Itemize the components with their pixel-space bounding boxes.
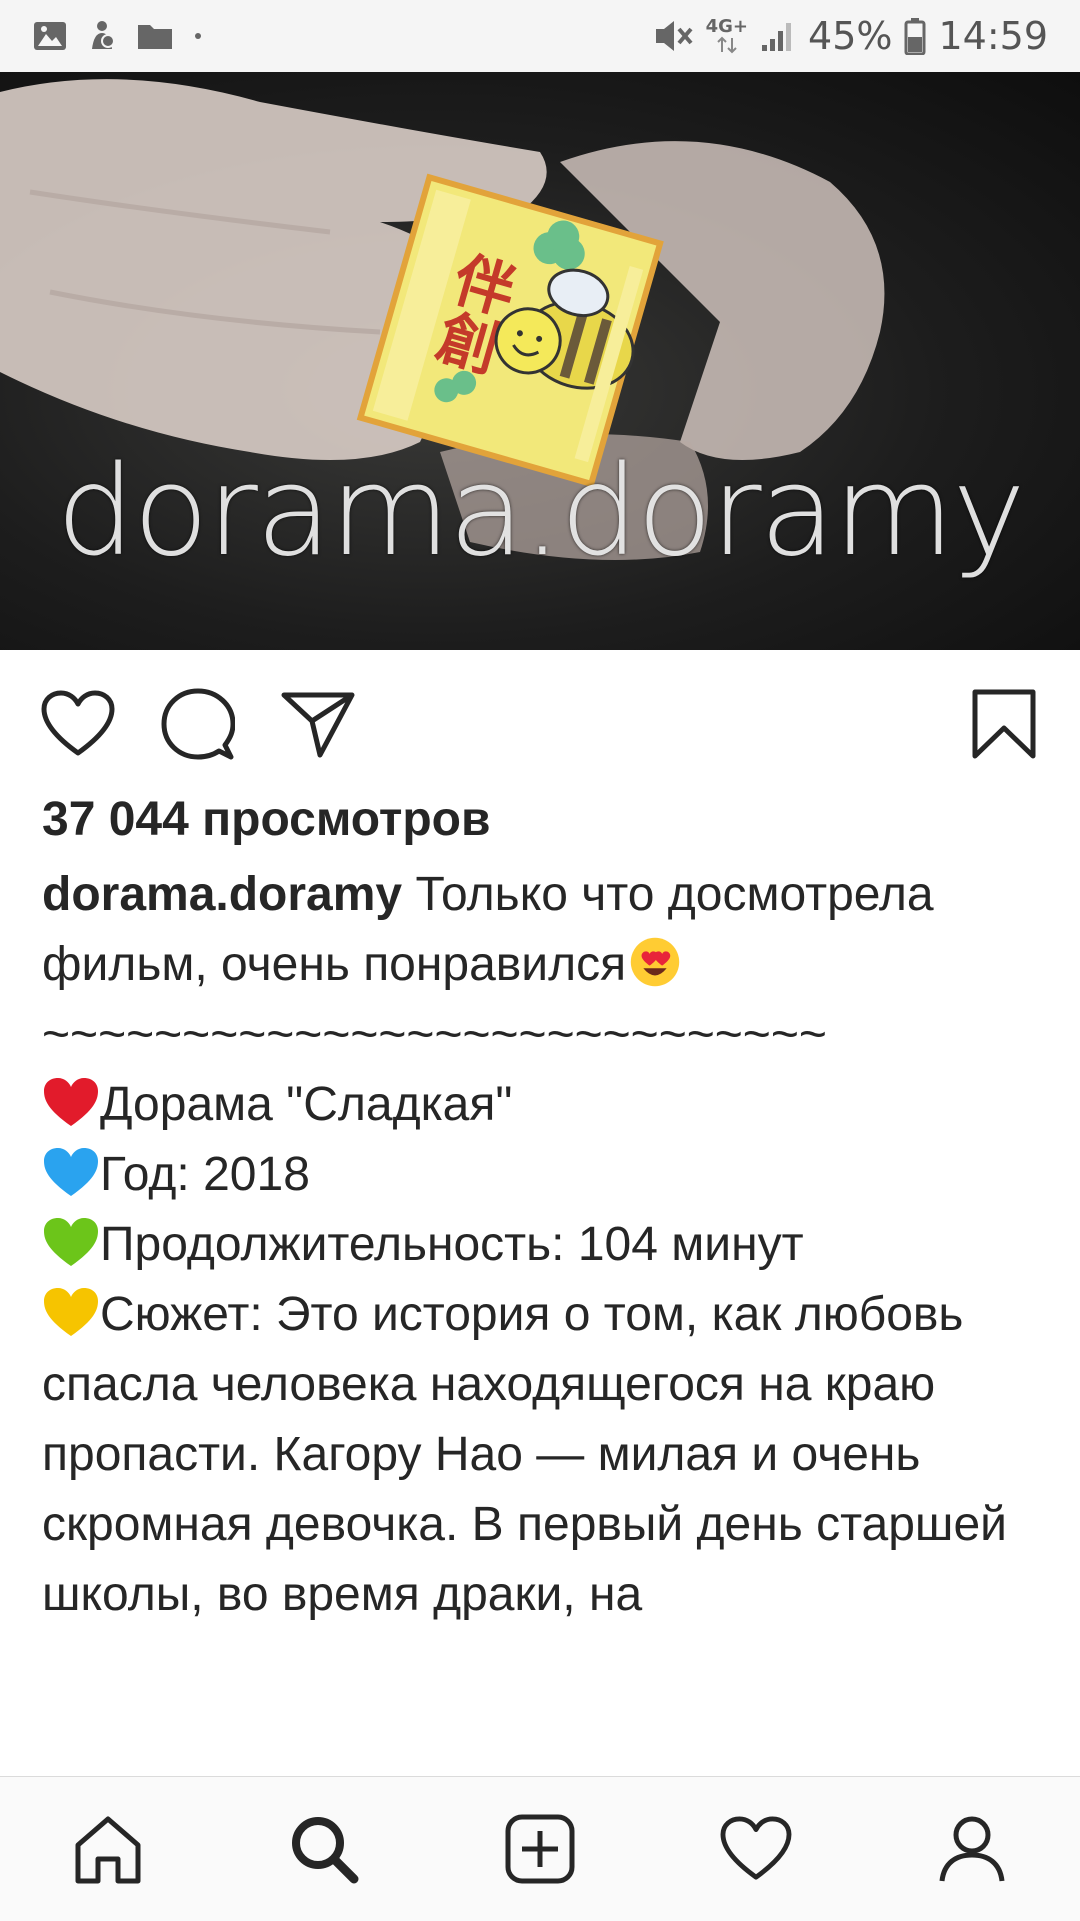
add-post-icon	[505, 1814, 575, 1884]
notification-icon	[92, 21, 115, 49]
caption-username[interactable]: dorama.doramy	[42, 868, 402, 921]
caption-year-line: Год: 2018	[100, 1148, 310, 1201]
status-right-icons: 4G+ 45% 14:59	[652, 14, 1048, 58]
battery-icon	[904, 18, 926, 55]
network-type: 4G+	[705, 16, 749, 37]
post-video[interactable]: 伴 創 dorama.doramy	[0, 72, 1080, 650]
network-indicator: 4G+	[706, 18, 748, 54]
green-heart-emoji	[44, 1218, 98, 1266]
yellow-heart-emoji	[44, 1288, 98, 1336]
folder-icon	[138, 25, 172, 49]
nav-profile-button[interactable]	[927, 1804, 1017, 1894]
nav-new-post-button[interactable]	[495, 1804, 585, 1894]
comment-button[interactable]	[160, 686, 236, 762]
views-count[interactable]: 37 044 просмотров	[42, 790, 1042, 850]
post-content: 37 044 просмотров dorama.doramy Только ч…	[42, 790, 1042, 1630]
red-heart-emoji	[44, 1078, 98, 1126]
nav-home-button[interactable]	[63, 1804, 153, 1894]
home-icon	[75, 1816, 141, 1884]
video-watermark: dorama.doramy	[56, 440, 1025, 584]
caption-plot-line: Сюжет: Это история о том, как любовь спа…	[42, 1288, 1007, 1621]
dot-icon	[195, 33, 201, 39]
post-caption: dorama.doramy Только что досмотрела филь…	[42, 860, 1042, 1630]
bottom-navigation	[0, 1776, 1080, 1921]
blue-heart-emoji	[44, 1148, 98, 1196]
nav-search-button[interactable]	[279, 1804, 369, 1894]
activity-heart-icon	[720, 1816, 792, 1880]
caption-separator: ~~~~~~~~~~~~~~~~~~~~~~~~~~~~	[42, 1008, 827, 1061]
bookmark-icon	[972, 689, 1036, 759]
search-icon	[292, 1817, 359, 1884]
caption-duration-line: Продолжительность: 104 минут	[100, 1218, 804, 1271]
data-arrows-icon	[717, 36, 737, 54]
image-icon	[34, 22, 66, 50]
nav-activity-button[interactable]	[711, 1804, 801, 1894]
signal-icon	[762, 23, 792, 51]
battery-percent: 45%	[808, 14, 893, 58]
comment-icon	[161, 688, 235, 760]
clock: 14:59	[938, 14, 1048, 58]
save-button[interactable]	[966, 686, 1042, 762]
status-left-icons	[32, 19, 204, 53]
heart-icon	[41, 690, 115, 756]
caption-title-line: Дорама "Сладкая"	[100, 1078, 513, 1131]
share-icon	[281, 692, 355, 758]
share-button[interactable]	[280, 686, 356, 762]
like-button[interactable]	[40, 686, 116, 762]
heart-eyes-emoji	[630, 937, 680, 987]
status-bar: 4G+ 45% 14:59	[0, 0, 1080, 72]
mute-icon	[655, 21, 693, 51]
post-actions	[0, 650, 1080, 790]
profile-icon	[939, 1816, 1005, 1882]
